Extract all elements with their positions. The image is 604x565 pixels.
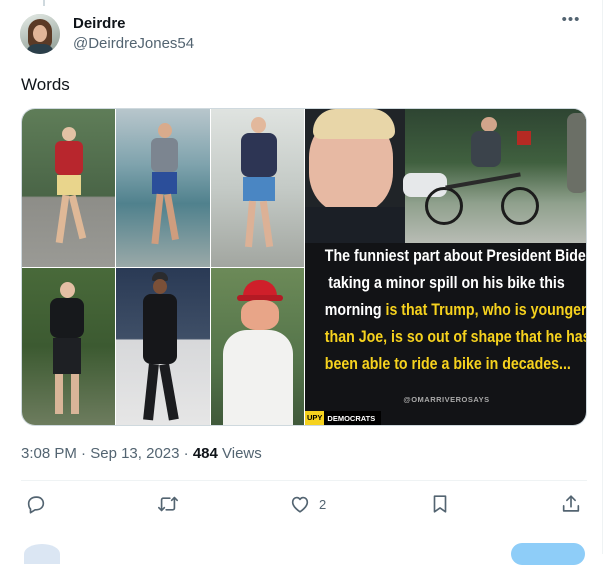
media-collage (22, 109, 304, 425)
tweet-header: Deirdre @DeirdreJones54 ••• (20, 12, 588, 56)
tweet-date[interactable]: Sep 13, 2023 (90, 445, 179, 462)
meme-text-segment: been able to ride a bike in decades... (324, 355, 571, 373)
tweet-media[interactable]: The funniest part about President Biden … (21, 108, 587, 426)
collage-photo-5 (116, 268, 210, 425)
collage-photo-6 (211, 268, 304, 425)
author-handle[interactable]: @DeirdreJones54 (73, 35, 194, 53)
meme-text-line-1: The funniest part about President Biden (325, 243, 586, 270)
author-name[interactable]: Deirdre (73, 15, 126, 33)
like-button[interactable]: 2 (289, 490, 326, 518)
meme-photo (305, 109, 586, 243)
meme-text-segment: is that Trump, who is younger (385, 301, 587, 319)
tweet-time[interactable]: 3:08 PM (21, 445, 77, 462)
divider (21, 480, 587, 481)
meme-source-tag: UPY (305, 411, 325, 425)
views-label: Views (222, 445, 262, 462)
meta-separator: · (81, 445, 87, 462)
thread-line (43, 0, 45, 6)
reply-submit-button[interactable] (511, 543, 585, 565)
collage-photo-1 (22, 109, 115, 267)
meme-text-segment: taking a minor spill on his bike this (328, 274, 565, 292)
meme-source-name: DEMOCRATS (327, 413, 376, 423)
retweet-icon (158, 496, 178, 512)
meme-text-line-2: taking a minor spill on his bike this (325, 270, 568, 297)
meme-text-segment: than Joe, is so out of shape that he has… (324, 328, 587, 346)
collage-photo-4 (22, 268, 115, 425)
share-icon (562, 495, 580, 512)
meme-text-segment: The funniest part about President Biden (324, 247, 587, 265)
more-horizontal-icon[interactable]: ••• (560, 12, 582, 34)
reply-icon (27, 496, 45, 514)
meme-text-segment: morning (324, 301, 386, 319)
meta-separator: · (183, 445, 189, 462)
bookmark-button[interactable] (429, 490, 451, 518)
meme-credit: @OMARRIVEROSAYS (403, 395, 490, 404)
meme-text-line-4: than Joe, is so out of shape that he has… (325, 324, 586, 351)
meme-image: The funniest part about President Biden … (305, 109, 586, 425)
column-border (602, 0, 603, 554)
tweet-text: Words (21, 75, 70, 94)
views-count: 484 (192, 445, 218, 462)
bookmark-icon (433, 495, 447, 513)
heart-icon (291, 496, 309, 513)
collage-photo-3 (211, 109, 304, 267)
share-button[interactable] (560, 490, 582, 518)
avatar[interactable] (20, 14, 60, 54)
meme-text-line-3: morning is that Trump, who is younger (324, 297, 586, 324)
action-bar: 2 (21, 490, 587, 518)
retweet-button[interactable] (157, 490, 179, 518)
collage-photo-2 (116, 109, 210, 267)
reply-button[interactable] (25, 490, 47, 518)
like-count: 2 (319, 496, 327, 512)
meme-source-badge: UPY DEMOCRATS (305, 411, 382, 425)
composer-avatar[interactable] (24, 544, 60, 564)
meme-text-line-5: been able to ride a bike in decades... (324, 351, 571, 378)
tweet-meta: 3:08 PM · Sep 13, 2023 · 484 Views (21, 444, 262, 464)
